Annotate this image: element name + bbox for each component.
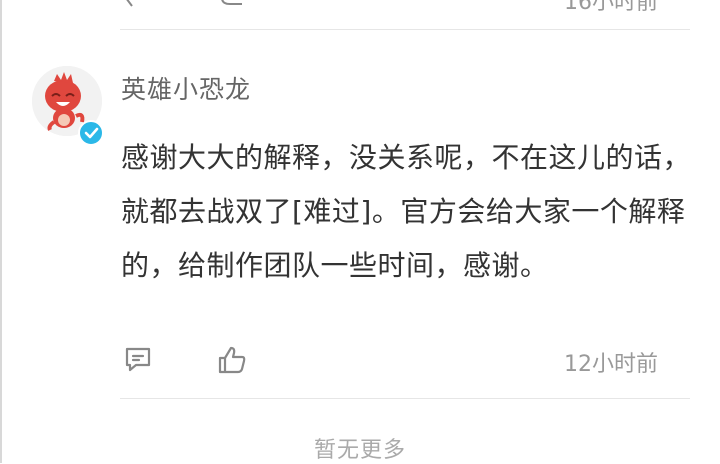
like-button[interactable] [216,344,248,380]
previous-comment-time: 16小时前 [564,0,658,15]
previous-comment-actions: 16小时前 [120,0,690,15]
thumbs-up-icon [218,346,246,374]
divider [120,29,690,30]
comment-actions: 12小时前 [120,342,690,382]
thumbs-up-icon[interactable] [218,0,248,14]
no-more-label: 暂无更多 [313,438,406,463]
comment-text: 感谢大大的解释，没关系呢，不在这儿的话，就都去战双了[难过]。官方会给大家一个解… [121,141,692,282]
verified-check-icon [84,127,99,139]
comment-icon [125,347,151,372]
reply-button[interactable] [122,344,154,380]
verified-badge [78,120,104,146]
comment-icon[interactable] [122,0,152,14]
left-edge-line [0,0,2,463]
comment-time: 12小时前 [564,352,658,377]
username[interactable]: 英雄小恐龙 [121,70,251,106]
divider [120,398,690,399]
